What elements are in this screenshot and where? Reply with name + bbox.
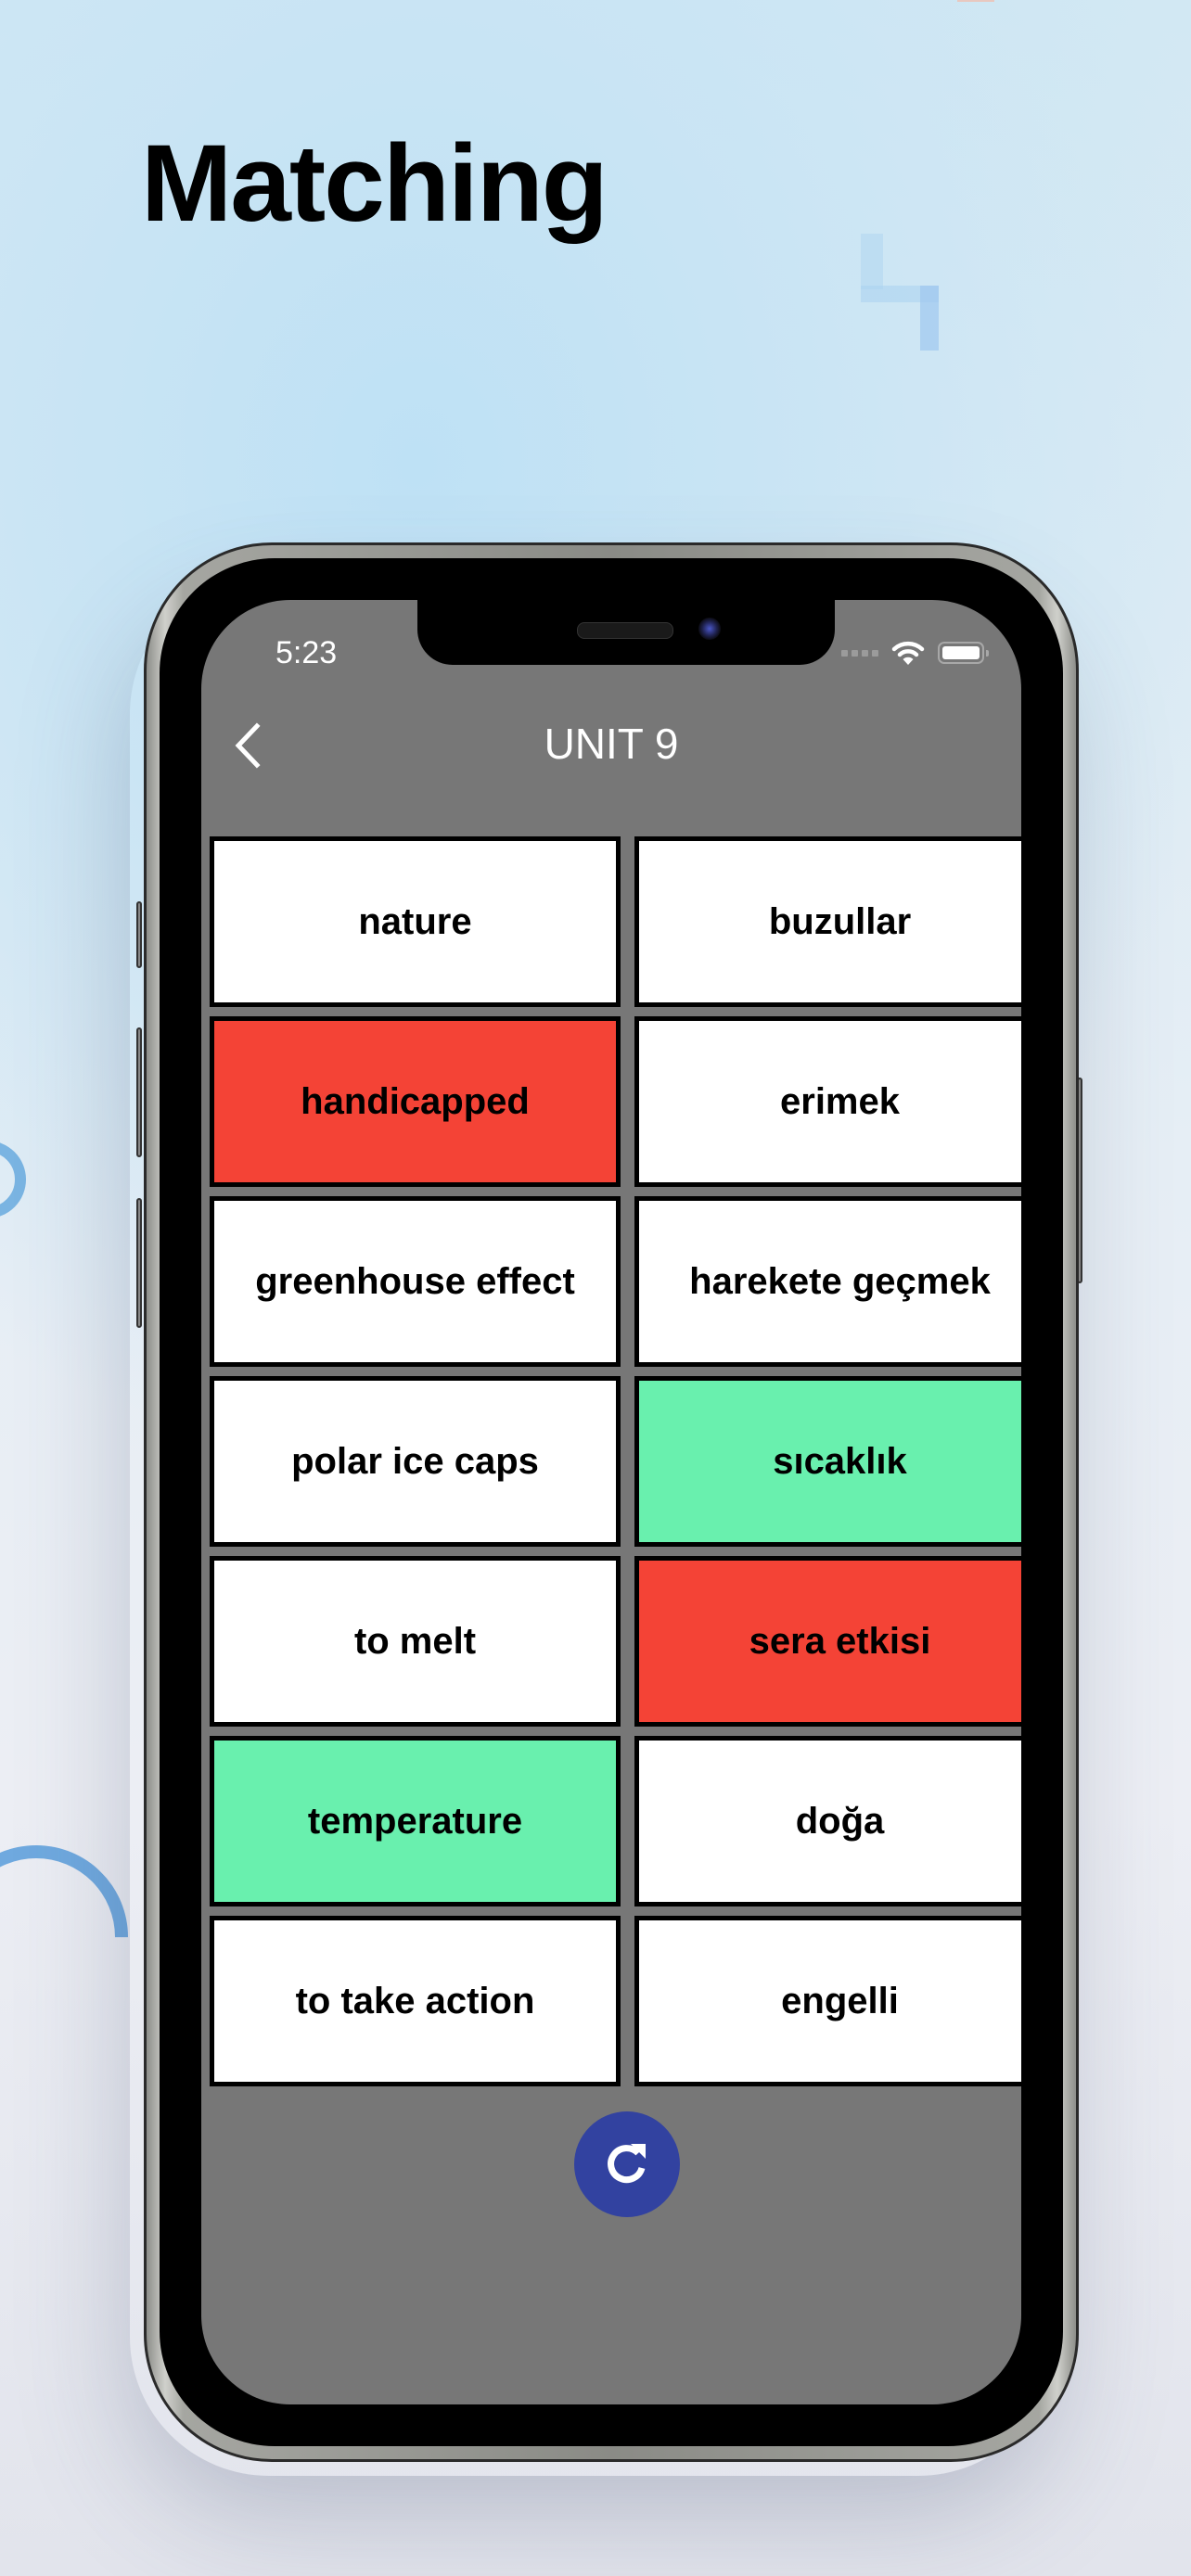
phone-volume-up-button — [136, 1027, 142, 1157]
speaker-grille — [577, 622, 673, 639]
match-card[interactable]: handicapped — [210, 1016, 621, 1187]
nav-title: UNIT 9 — [544, 720, 679, 768]
battery-icon — [938, 642, 989, 664]
phone-bezel: 5:23 UNIT 9 nature buzullar handicapped … — [160, 558, 1063, 2446]
wifi-icon — [891, 641, 925, 665]
match-card[interactable]: doğa — [634, 1736, 1021, 1906]
front-camera — [698, 618, 721, 640]
phone-frame: 5:23 UNIT 9 nature buzullar handicapped … — [144, 542, 1079, 2462]
decorative-chip — [957, 0, 994, 2]
match-card[interactable]: buzullar — [634, 836, 1021, 1007]
matching-grid: nature buzullar handicapped erimek green… — [210, 836, 1021, 2086]
status-time: 5:23 — [275, 635, 338, 670]
match-card[interactable]: erimek — [634, 1016, 1021, 1187]
phone-notch — [417, 600, 835, 665]
match-card[interactable]: to take action — [210, 1916, 621, 2086]
decorative-step-shape — [861, 234, 939, 352]
phone-silent-switch — [136, 901, 142, 968]
phone-volume-down-button — [136, 1198, 142, 1328]
match-card[interactable]: sıcaklık — [634, 1376, 1021, 1547]
refresh-button[interactable] — [574, 2111, 680, 2217]
match-card[interactable]: polar ice caps — [210, 1376, 621, 1547]
match-card[interactable]: greenhouse effect — [210, 1196, 621, 1367]
app-screen: 5:23 UNIT 9 nature buzullar handicapped … — [201, 600, 1021, 2404]
match-card[interactable]: engelli — [634, 1916, 1021, 2086]
match-card[interactable]: to melt — [210, 1556, 621, 1727]
decorative-ring — [0, 1141, 26, 1218]
refresh-icon — [608, 2144, 646, 2184]
match-card[interactable]: sera etkisi — [634, 1556, 1021, 1727]
match-card[interactable]: nature — [210, 836, 621, 1007]
match-card[interactable]: harekete geçmek — [634, 1196, 1021, 1367]
page-headline: Matching — [141, 122, 608, 245]
match-card[interactable]: temperature — [210, 1736, 621, 1906]
cellular-signal-icon — [841, 649, 878, 657]
status-icons — [841, 639, 989, 667]
